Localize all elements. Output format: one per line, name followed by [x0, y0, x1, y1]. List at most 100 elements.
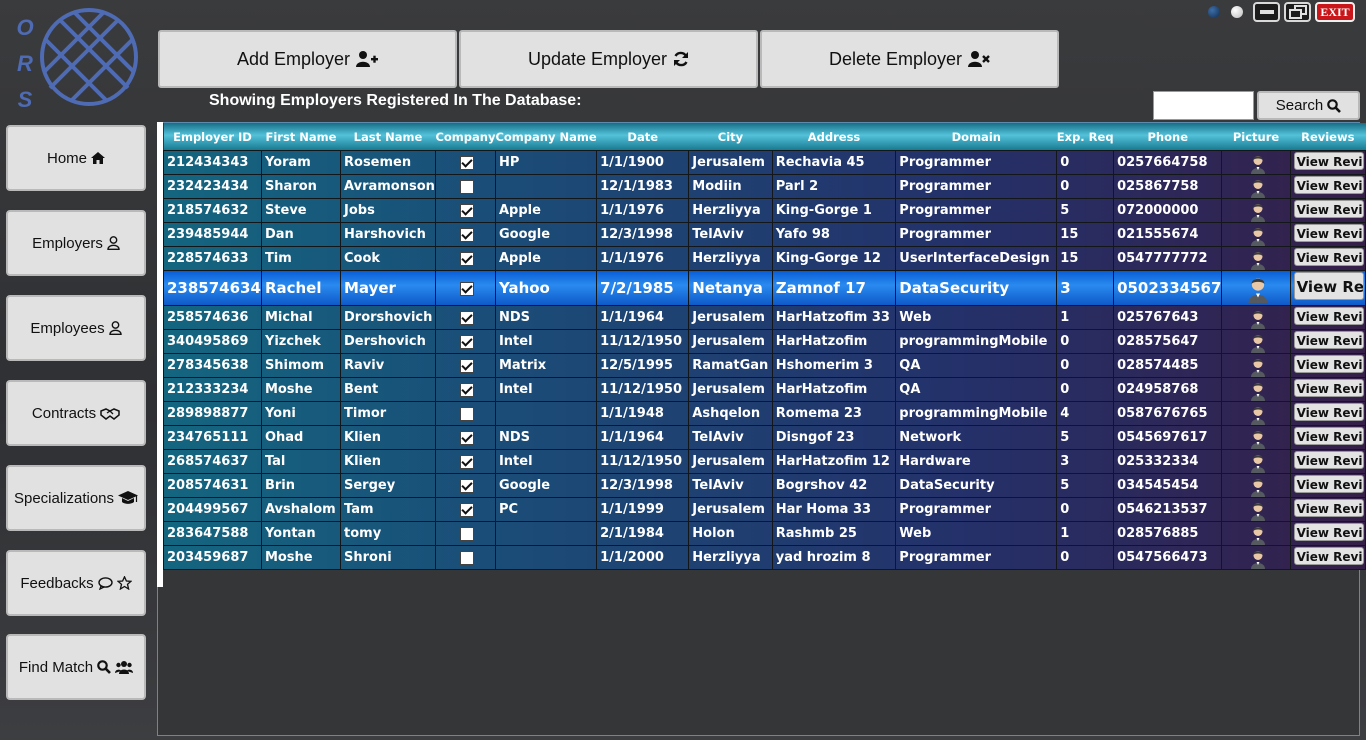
view-reviews-button[interactable]: View Revie [1293, 546, 1364, 565]
column-header[interactable]: Company Name [495, 123, 597, 151]
view-reviews-button[interactable]: View Revie [1293, 450, 1364, 469]
column-header[interactable]: Last Name [340, 123, 436, 151]
cell-company[interactable] [434, 377, 496, 402]
column-header[interactable]: First Name [261, 123, 341, 151]
company-checkbox[interactable] [459, 430, 474, 445]
company-checkbox[interactable] [459, 358, 474, 373]
column-header[interactable]: Domain [895, 123, 1057, 151]
cell-company[interactable] [434, 246, 496, 271]
table-row[interactable]: 258574636 Michal Drorshovich NDS 1/1/1964 Jer… [163, 305, 1366, 330]
cell-company[interactable] [434, 353, 496, 378]
cell-company[interactable] [434, 497, 496, 522]
table-row[interactable]: 204499567 Avshalom Tam PC 1/1/1999 Jerusalem H… [163, 497, 1366, 522]
table-row[interactable]: 212333234 Moshe Bent Intel 11/12/1950 Jerusal… [163, 377, 1366, 402]
table-row[interactable]: 340495869 Yizchek Dershovich Intel 11/12/195… [163, 329, 1366, 354]
restore-button[interactable] [1284, 2, 1311, 22]
cell-company[interactable] [434, 198, 496, 223]
table-row[interactable]: 289898877 Yoni Timor 1/1/1948 Ashqelon Romema… [163, 401, 1366, 426]
cell-company[interactable] [434, 329, 496, 354]
sidebar-item-specializations[interactable]: Specializations [6, 465, 146, 531]
view-reviews-button[interactable]: View Revie [1293, 247, 1364, 266]
table-row[interactable]: 268574637 Tal Klien Intel 11/12/1950 Jerusale… [163, 449, 1366, 474]
company-checkbox[interactable] [459, 406, 474, 421]
table-row-selected[interactable]: 238574634 Rachel Mayer Yahoo 7/2/1985 Netanya… [163, 270, 1366, 306]
table-row[interactable]: 232423434 Sharon Avramonson 12/1/1983 Modiin… [163, 174, 1366, 199]
column-header[interactable]: Date [596, 123, 689, 151]
column-header[interactable]: Address [772, 123, 896, 151]
cell-company-name [494, 545, 598, 570]
minimize-button[interactable] [1253, 2, 1280, 22]
cell-picture [1221, 305, 1291, 330]
table-row[interactable]: 203459687 Moshe Shroni 1/1/2000 Herzliyya yad… [163, 545, 1366, 570]
column-header[interactable]: Phone [1113, 123, 1222, 151]
view-reviews-button[interactable]: View Revie [1293, 306, 1364, 325]
view-reviews-button[interactable]: View Revie [1293, 474, 1364, 493]
cell-company[interactable] [434, 305, 496, 330]
view-reviews-button[interactable]: View Revie [1293, 426, 1364, 445]
table-row[interactable]: 278345638 Shimom Raviv Matrix 12/5/1995 Ramat… [163, 353, 1366, 378]
company-checkbox[interactable] [459, 454, 474, 469]
search-button[interactable]: Search [1257, 91, 1360, 120]
company-checkbox[interactable] [459, 550, 474, 565]
table-row[interactable]: 228574633 Tim Cook Apple 1/1/1976 Herzliyya Ki… [163, 246, 1366, 271]
column-header[interactable]: Company [435, 123, 496, 151]
exit-button[interactable]: EXIT [1315, 2, 1355, 22]
cell-company[interactable] [434, 270, 496, 306]
table-row[interactable]: 283647588 Yontan tomy 2/1/1984 Holon Rashmb 2… [163, 521, 1366, 546]
theme-dark-icon[interactable] [1208, 6, 1220, 18]
view-reviews-button[interactable]: View Revie [1293, 199, 1364, 218]
view-reviews-button[interactable]: View Revie [1293, 354, 1364, 373]
search-input[interactable] [1153, 91, 1254, 120]
company-checkbox[interactable] [459, 478, 474, 493]
sidebar-item-feedbacks[interactable]: Feedbacks [6, 550, 146, 616]
company-checkbox[interactable] [459, 155, 474, 170]
sidebar-item-contracts[interactable]: Contracts [6, 380, 146, 446]
company-checkbox[interactable] [459, 526, 474, 541]
company-checkbox[interactable] [459, 227, 474, 242]
add-employer-button[interactable]: Add Employer [158, 30, 457, 88]
column-header[interactable]: Exp. Req [1056, 123, 1114, 151]
view-reviews-button[interactable]: View Revie [1293, 378, 1364, 397]
theme-light-icon[interactable] [1231, 6, 1243, 18]
sidebar-item-employers[interactable]: Employers [6, 210, 146, 276]
table-row[interactable]: 234765111 Ohad Klien NDS 1/1/1964 TelAviv Disn… [163, 425, 1366, 450]
cell-company[interactable] [434, 174, 496, 199]
view-reviews-button[interactable]: View Revie [1293, 330, 1364, 349]
cell-company[interactable] [434, 449, 496, 474]
delete-employer-button[interactable]: Delete Employer [760, 30, 1059, 88]
cell-company[interactable] [434, 150, 496, 175]
table-row[interactable]: 208574631 Brin Sergey Google 12/3/1998 TelAvi… [163, 473, 1366, 498]
table-row[interactable]: 239485944 Dan Harshovich Google 12/3/1998 Tel… [163, 222, 1366, 247]
column-header[interactable]: City [688, 123, 773, 151]
sidebar-item-find-match[interactable]: Find Match [6, 634, 146, 700]
company-checkbox[interactable] [459, 310, 474, 325]
company-checkbox[interactable] [459, 179, 474, 194]
column-header[interactable]: Picture [1221, 123, 1291, 151]
cell-company[interactable] [434, 545, 496, 570]
view-reviews-button[interactable]: View Revie [1293, 151, 1364, 170]
company-checkbox[interactable] [459, 281, 474, 296]
cell-company[interactable] [434, 222, 496, 247]
view-reviews-button[interactable]: View Rev [1293, 272, 1364, 300]
view-reviews-button[interactable]: View Revie [1293, 223, 1364, 242]
company-checkbox[interactable] [459, 203, 474, 218]
view-reviews-button[interactable]: View Revie [1293, 498, 1364, 517]
company-checkbox[interactable] [459, 251, 474, 266]
table-row[interactable]: 218574632 Steve Jobs Apple 1/1/1976 Herzliyya… [163, 198, 1366, 223]
view-reviews-button[interactable]: View Revie [1293, 402, 1364, 421]
table-row[interactable]: 212434343 Yoram Rosemen HP 1/1/1900 Jerusalem… [163, 150, 1366, 175]
view-reviews-button[interactable]: View Revie [1293, 175, 1364, 194]
company-checkbox[interactable] [459, 334, 474, 349]
cell-company[interactable] [434, 521, 496, 546]
sidebar-item-employees[interactable]: Employees [6, 295, 146, 361]
company-checkbox[interactable] [459, 502, 474, 517]
view-reviews-button[interactable]: View Revie [1293, 522, 1364, 541]
column-header[interactable]: Employer ID [163, 123, 262, 151]
sidebar-item-home[interactable]: Home [6, 125, 146, 191]
update-employer-button[interactable]: Update Employer [459, 30, 758, 88]
cell-company[interactable] [434, 401, 496, 426]
company-checkbox[interactable] [459, 382, 474, 397]
cell-company[interactable] [434, 425, 496, 450]
cell-company[interactable] [434, 473, 496, 498]
column-header[interactable]: Reviews [1290, 123, 1366, 151]
